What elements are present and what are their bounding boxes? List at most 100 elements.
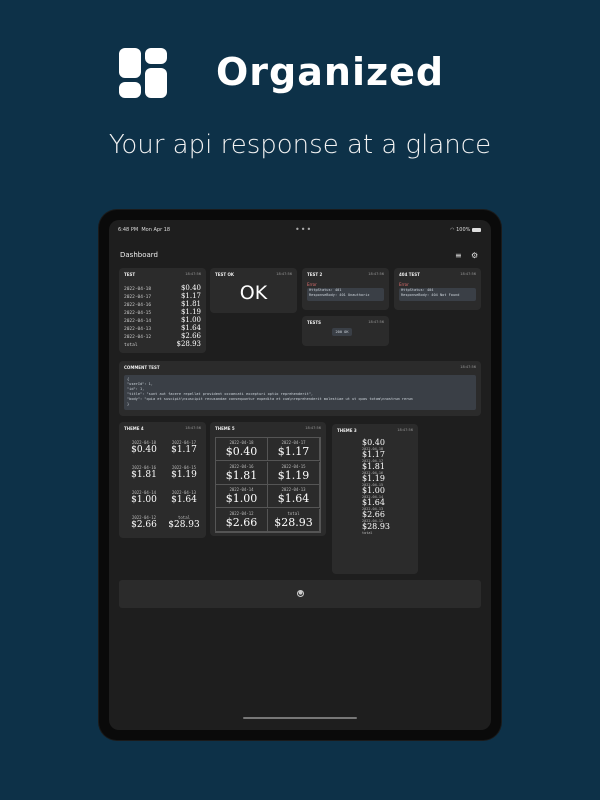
cell-value: $1.17 <box>277 445 310 458</box>
app-screen: 6:48 PM Mon Apr 18 ••• ◠ 100% Dashboard … <box>109 220 491 730</box>
theme4-cell: 2022-04-13 $1.64 <box>167 490 201 505</box>
row-value: $2.66 <box>180 332 201 340</box>
list-item: 2022-04-18 $0.40 <box>124 284 201 292</box>
item-value: $1.00 <box>362 486 385 495</box>
theme5-cell: 2022-04-14 $1.00 <box>216 485 268 508</box>
theme5-cell: 2022-04-15 $1.19 <box>268 461 320 485</box>
cell-value: $28.93 <box>274 515 313 529</box>
error-line: ResponseBody: 401 Unauthoriz <box>309 293 370 297</box>
status-time: 6:48 PM Mon Apr 18 <box>118 227 171 233</box>
status-battery: ◠ 100% <box>450 227 481 233</box>
row-value: $0.40 <box>180 284 201 292</box>
card-theme-5[interactable]: THEME 5 18:47:56 2022-04-18 $0.40 2022-04-… <box>210 422 326 536</box>
card-timestamp: 18:47:56 <box>305 426 321 430</box>
card-timestamp: 18:47:56 <box>460 272 476 276</box>
item-value: $0.40 <box>362 438 385 447</box>
multitasking-dots-icon[interactable]: ••• <box>295 225 312 234</box>
error-details: HttpStatus: 401 ResponseBody: 401 Unauth… <box>307 288 384 301</box>
card-test-2[interactable]: TEST 2 18:47:56 Error HttpStatus: 401 Re… <box>302 268 389 310</box>
row-value: $1.19 <box>180 308 201 316</box>
card-title: THEME 3 <box>337 428 357 433</box>
row-value: $1.64 <box>180 324 201 332</box>
cell-value: $1.64 <box>171 495 197 505</box>
list-item: 2022-04-14 $1.00 <box>124 316 201 324</box>
theme4-cell: total $28.93 <box>167 515 201 530</box>
card-theme-4[interactable]: THEME 4 18:47:56 2022-04-18 $0.40 2022-04-… <box>119 422 206 538</box>
cell-value: $0.40 <box>131 445 157 455</box>
list-item: 2022-04-15 $1.19 <box>124 308 201 316</box>
list-item: 2022-04-13 $1.64 <box>124 324 201 332</box>
card-title: 404 TEST <box>399 272 420 277</box>
card-timestamp: 18:47:56 <box>460 365 476 369</box>
add-widget-bar[interactable]: ● <box>119 580 481 608</box>
row-date: 2022-04-15 <box>124 311 152 316</box>
cell-value: $1.00 <box>131 495 157 505</box>
theme5-cell: total $28.93 <box>268 508 320 532</box>
card-test[interactable]: TEST 18:47:56 2022-04-18 $0.40 2022-04-17 $… <box>119 268 206 353</box>
status-code-chip: 200 OK <box>332 328 352 336</box>
row-value: $1.00 <box>180 316 201 324</box>
card-tests[interactable]: TESTS 18:47:56 200 OK <box>302 316 389 346</box>
page-title: Dashboard <box>120 251 158 259</box>
error-label: Error <box>399 282 409 287</box>
ok-value: OK <box>239 282 268 304</box>
list-item: total $28.93 <box>124 340 201 348</box>
card-title: COMMENT TEST <box>124 365 160 370</box>
card-theme-3[interactable]: THEME 3 18:47:56 $0.40 2022-04-18 $1.17 202… <box>332 424 418 574</box>
theme4-cell: 2022-04-18 $0.40 <box>127 440 161 455</box>
error-line: ResponseBody: 404 Not Found <box>401 293 460 297</box>
row-date: 2022-04-16 <box>124 303 152 308</box>
theme4-cell: 2022-04-15 $1.19 <box>167 465 201 480</box>
cell-value: $1.19 <box>277 468 310 482</box>
theme3-list: $0.40 2022-04-18 $1.17 2022-04-17 $1.81 2022-… <box>362 438 412 536</box>
card-test-ok[interactable]: TEST OK 18:47:56 OK <box>210 268 297 313</box>
brand-name: Organized <box>216 50 445 94</box>
cell-value: $1.81 <box>131 470 157 480</box>
tablet-frame: 6:48 PM Mon Apr 18 ••• ◠ 100% Dashboard … <box>99 210 501 740</box>
row-value: $1.17 <box>180 292 201 300</box>
card-timestamp: 18:47:56 <box>276 272 292 276</box>
nav-bar: Dashboard ≡ ⚙ <box>109 244 491 264</box>
list-item: 2022-04-12 $2.66 <box>124 332 201 340</box>
error-label: Error <box>307 282 317 287</box>
gear-icon[interactable]: ⚙ <box>471 251 478 260</box>
card-timestamp: 18:47:56 <box>185 272 201 276</box>
home-indicator[interactable] <box>243 717 357 719</box>
theme5-cell: 2022-04-17 $1.17 <box>268 438 320 461</box>
row-value: $28.93 <box>176 340 202 348</box>
theme5-cell: 2022-04-16 $1.81 <box>216 461 268 485</box>
row-date: total <box>124 343 138 348</box>
cell-value: $1.00 <box>225 492 258 505</box>
card-comment-test[interactable]: COMMENT TEST 18:47:56 { "userId": 1, "id… <box>119 361 481 416</box>
card-timestamp: 18:47:56 <box>397 428 413 432</box>
json-line: } <box>127 402 130 406</box>
cell-value: $2.66 <box>131 520 157 530</box>
cell-value: $1.17 <box>171 445 197 455</box>
row-date: 2022-04-13 <box>124 327 152 332</box>
row-date: 2022-04-14 <box>124 319 152 324</box>
cell-value: $0.40 <box>225 445 258 458</box>
card-title: TEST OK <box>215 272 234 277</box>
card-title: TESTS <box>307 320 321 325</box>
error-details: HttpStatus: 404 ResponseBody: 404 Not Fo… <box>399 288 476 301</box>
theme5-cell: 2022-04-12 $2.66 <box>216 508 268 532</box>
cell-value: $1.19 <box>171 470 197 480</box>
item-date: total <box>362 531 373 535</box>
test-rows: 2022-04-18 $0.40 2022-04-17 $1.17 2022-04-16… <box>124 284 201 348</box>
sort-icon[interactable]: ≡ <box>455 251 462 260</box>
theme4-cell: 2022-04-12 $2.66 <box>127 515 161 530</box>
theme4-cell: 2022-04-14 $1.00 <box>127 490 161 505</box>
list-item: 2022-04-16 $1.81 <box>124 300 201 308</box>
status-bar: 6:48 PM Mon Apr 18 ••• ◠ 100% <box>109 220 491 236</box>
row-date: 2022-04-12 <box>124 335 152 340</box>
list-item: 2022-04-17 $1.17 <box>124 292 201 300</box>
card-404-test[interactable]: 404 TEST 18:47:56 Error HttpStatus: 404 … <box>394 268 481 310</box>
card-title: THEME 5 <box>215 426 235 431</box>
json-response: { "userId": 1, "id": 1, "title": "sunt a… <box>124 375 476 410</box>
add-widget-button[interactable]: ● <box>297 590 304 597</box>
item-value: $2.66 <box>362 510 385 519</box>
cell-value: $28.93 <box>168 520 200 530</box>
theme4-cell: 2022-04-16 $1.81 <box>127 465 161 480</box>
theme4-cell: 2022-04-17 $1.17 <box>167 440 201 455</box>
card-title: TEST <box>124 272 136 277</box>
